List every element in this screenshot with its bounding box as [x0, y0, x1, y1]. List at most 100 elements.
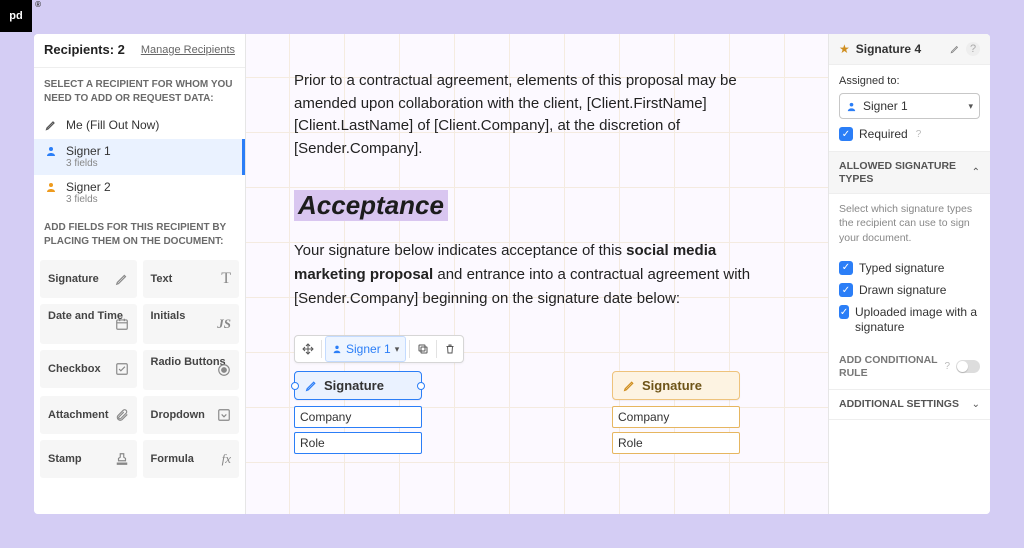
sig-type-typed-checkbox[interactable]: ✓ — [839, 261, 853, 275]
allowed-sig-types-title: ALLOWED SIGNATURE TYPES — [839, 160, 972, 185]
field-signature[interactable]: Signature — [40, 260, 137, 298]
sig-type-drawn-checkbox[interactable]: ✓ — [839, 283, 853, 297]
signer-field-count: 3 fields — [66, 158, 111, 169]
allowed-sig-types-accordion[interactable]: ALLOWED SIGNATURE TYPES ⌃ — [829, 152, 990, 194]
formula-icon: fx — [222, 451, 231, 467]
chevron-down-icon: ⌄ — [972, 399, 980, 410]
field-toolbar-wrapper: Signer 1 ▾ — [294, 335, 780, 371]
required-row: ✓ Required ? — [839, 119, 980, 141]
radio-icon — [217, 363, 231, 377]
assignee-picker-label: Signer 1 — [346, 342, 391, 356]
conditional-rule-row: ADD CONDITIONAL RULE ? — [829, 344, 990, 390]
signature-icon — [305, 379, 318, 392]
right-panel: ★ Signature 4 ? Assigned to: Signer 1 ▾ … — [828, 34, 990, 514]
assigned-to-select[interactable]: Signer 1 ▾ — [839, 93, 980, 119]
sig-type-drawn-label: Drawn signature — [859, 283, 946, 297]
sig-type-uploaded-row: ✓ Uploaded image with a signature — [839, 297, 980, 334]
assigned-to-block: Assigned to: Signer 1 ▾ ✓ Required ? — [829, 65, 990, 152]
help-icon[interactable]: ? — [966, 42, 980, 56]
field-toolbar: Signer 1 ▾ — [294, 335, 464, 363]
signature-icon — [115, 272, 129, 286]
field-stamp[interactable]: Stamp — [40, 440, 137, 478]
document-canvas[interactable]: Prior to a contractual agreement, elemen… — [246, 34, 828, 514]
checkbox-icon — [115, 362, 129, 376]
required-label: Required — [859, 127, 908, 141]
sig-type-drawn-row: ✓ Drawn signature — [839, 275, 980, 297]
person-icon — [44, 180, 58, 194]
recipients-count: Recipients: 2 — [44, 42, 125, 57]
company-field-signer-1[interactable]: Company — [294, 406, 422, 428]
text-icon: T — [221, 270, 231, 288]
signature-field-signer-2[interactable]: Signature — [612, 371, 740, 400]
field-palette: Signature TextT Date and Time InitialsJS… — [34, 254, 245, 484]
signature-types-list: ✓ Typed signature ✓ Drawn signature ✓ Up… — [829, 253, 990, 345]
acceptance-paragraph: Your signature below indicates acceptanc… — [294, 239, 780, 311]
field-date-time[interactable]: Date and Time — [40, 304, 137, 344]
person-icon — [846, 101, 857, 112]
recipient-signer-2[interactable]: Signer 2 3 fields — [34, 175, 245, 211]
duplicate-button[interactable] — [410, 336, 436, 362]
allowed-sig-types-hint: Select which signature types the recipie… — [829, 194, 990, 253]
select-recipient-label: SELECT A RECIPIENT FOR WHOM YOU NEED TO … — [34, 68, 245, 111]
role-field-signer-2[interactable]: Role — [612, 432, 740, 454]
attachment-icon — [115, 408, 129, 422]
signature-field-label: Signature — [642, 378, 702, 393]
delete-button[interactable] — [437, 336, 463, 362]
signer-2-column: Signature Company Role — [612, 371, 740, 458]
help-icon[interactable]: ? — [944, 361, 950, 372]
additional-settings-accordion[interactable]: ADDITIONAL SETTINGS ⌄ — [829, 390, 990, 420]
edit-name-icon[interactable] — [950, 44, 960, 54]
stamp-icon — [115, 452, 129, 466]
sig-type-uploaded-checkbox[interactable]: ✓ — [839, 305, 849, 319]
field-text[interactable]: TextT — [143, 260, 240, 298]
required-checkbox[interactable]: ✓ — [839, 127, 853, 141]
assignee-picker[interactable]: Signer 1 ▾ — [325, 336, 406, 362]
conditional-rule-toggle[interactable] — [956, 360, 980, 373]
additional-settings-label: ADDITIONAL SETTINGS — [839, 398, 972, 411]
sig-type-uploaded-label: Uploaded image with a signature — [855, 305, 980, 334]
signature-field-signer-1[interactable]: Signature — [294, 371, 422, 400]
role-field-signer-1[interactable]: Role — [294, 432, 422, 454]
document-content: Prior to a contractual agreement, elemen… — [246, 34, 828, 494]
assigned-to-value: Signer 1 — [863, 99, 962, 113]
field-dropdown[interactable]: Dropdown — [143, 396, 240, 434]
signer-1-column: Signature Company Role — [294, 371, 422, 458]
signer-field-count: 3 fields — [66, 194, 111, 205]
recipient-me-row[interactable]: Me (Fill Out Now) — [34, 111, 245, 139]
assigned-to-label: Assigned to: — [839, 75, 980, 87]
chevron-down-icon: ▾ — [968, 101, 973, 112]
brand-logo: pd — [0, 0, 32, 32]
star-icon: ★ — [839, 42, 850, 56]
company-field-signer-2[interactable]: Company — [612, 406, 740, 428]
field-checkbox[interactable]: Checkbox — [40, 350, 137, 388]
field-formula[interactable]: Formulafx — [143, 440, 240, 478]
move-handle-button[interactable] — [295, 336, 321, 362]
add-fields-label: ADD FIELDS FOR THIS RECIPIENT BY PLACING… — [34, 211, 245, 254]
left-panel: Recipients: 2 Manage Recipients SELECT A… — [34, 34, 246, 514]
person-icon — [44, 144, 58, 158]
sig-type-typed-row: ✓ Typed signature — [839, 253, 980, 275]
recipient-me-label: Me (Fill Out Now) — [66, 118, 159, 132]
app-shell: Recipients: 2 Manage Recipients SELECT A… — [34, 34, 990, 514]
chevron-down-icon: ▾ — [395, 344, 400, 355]
manage-recipients-link[interactable]: Manage Recipients — [141, 44, 235, 56]
calendar-icon — [115, 317, 129, 331]
signature-field-label: Signature — [324, 378, 384, 393]
field-properties-header: ★ Signature 4 ? — [829, 34, 990, 65]
intro-paragraph: Prior to a contractual agreement, elemen… — [294, 70, 780, 160]
field-initials[interactable]: InitialsJS — [143, 304, 240, 344]
chevron-up-icon: ⌃ — [972, 167, 980, 178]
dropdown-icon — [217, 408, 231, 422]
sig-type-typed-label: Typed signature — [859, 261, 944, 275]
help-icon[interactable]: ? — [916, 129, 922, 140]
initials-icon: JS — [217, 316, 231, 332]
field-attachment[interactable]: Attachment — [40, 396, 137, 434]
acceptance-heading: Acceptance — [294, 190, 448, 221]
recipient-signer-1[interactable]: Signer 1 3 fields — [34, 139, 245, 175]
pen-icon — [44, 119, 58, 131]
field-title: Signature 4 — [856, 42, 944, 56]
field-radio-buttons[interactable]: Radio Buttons — [143, 350, 240, 390]
signature-icon — [623, 379, 636, 392]
signer-name: Signer 2 — [66, 180, 111, 194]
recipients-header: Recipients: 2 Manage Recipients — [34, 34, 245, 68]
